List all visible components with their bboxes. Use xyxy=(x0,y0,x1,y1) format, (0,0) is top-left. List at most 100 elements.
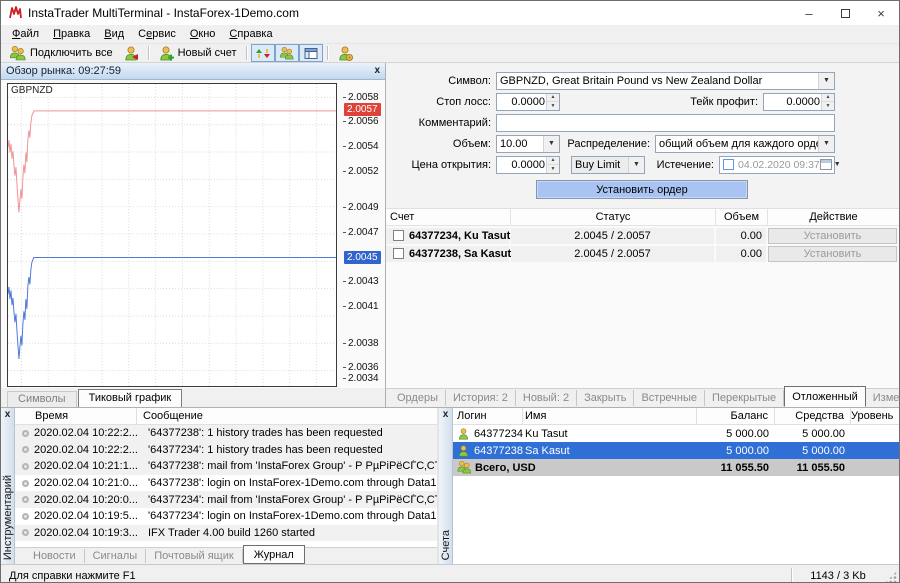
account-row[interactable]: 64377238 Sa Kasut 5 000.00 5 000.00 xyxy=(453,442,899,459)
column-header-message[interactable]: Сообщение xyxy=(137,408,437,424)
column-header-balance[interactable]: Баланс xyxy=(697,408,775,424)
accounts-icon xyxy=(280,47,294,60)
order-mode-tab[interactable]: История: 2 xyxy=(446,390,516,406)
account-row[interactable]: 64377234 Ku Tasut 5 000.00 5 000.00 xyxy=(453,425,899,442)
journal-row[interactable]: 2020.02.04 10:22:2... '64377234': 1 hist… xyxy=(15,442,437,459)
take-profit-stepper[interactable]: ▲▼ xyxy=(763,93,835,111)
maximize-button[interactable] xyxy=(827,1,863,25)
column-header-level[interactable]: Уровень xyxy=(851,408,899,424)
distribution-select[interactable]: общий объем для каждого ордера ▼ xyxy=(655,135,835,153)
terminal-tab[interactable]: Почтовый ящик xyxy=(146,549,242,563)
disconnect-all-button[interactable] xyxy=(118,44,144,62)
order-mode-tab[interactable]: Изменить xyxy=(866,390,900,406)
order-mode-tab[interactable]: Закрыть xyxy=(577,390,634,406)
menu-item[interactable]: Вид xyxy=(97,26,131,42)
set-order-button[interactable]: Установить xyxy=(768,246,897,262)
close-button[interactable]: × xyxy=(863,1,899,25)
new-account-icon xyxy=(158,46,174,61)
new-account-button[interactable]: Новый счет xyxy=(153,44,242,62)
chevron-down-icon: ▼ xyxy=(834,161,841,168)
symbol-select[interactable]: GBPNZD, Great Britain Pound vs New Zeala… xyxy=(496,72,835,90)
axis-price-label: 2.0038 xyxy=(348,337,379,350)
account-checkbox[interactable] xyxy=(393,248,404,259)
order-mode-tab[interactable]: Новый: 2 xyxy=(516,390,577,406)
set-order-button[interactable]: Установить xyxy=(768,228,897,244)
chart-plot-area: GBPNZD xyxy=(7,83,337,387)
chevron-down-icon: ▼ xyxy=(628,157,644,173)
place-order-button[interactable]: Установить ордер xyxy=(536,180,748,199)
menu-item[interactable]: Правка xyxy=(46,26,97,42)
terminal-tab[interactable]: Новости xyxy=(25,549,85,563)
journal-row[interactable]: 2020.02.04 10:21:0... '64377238': login … xyxy=(15,475,437,492)
terminal-close-icon[interactable]: x xyxy=(5,410,11,420)
minimize-button[interactable]: – xyxy=(791,1,827,25)
log-time: 2020.02.04 10:21:1... xyxy=(34,460,138,472)
menu-item[interactable]: Сервис xyxy=(131,26,183,42)
bottom-area: x Инструментарий Время Сообщение 2020.02… xyxy=(1,407,899,564)
axis-price-label: 2.0047 xyxy=(348,226,379,239)
column-header-volume[interactable]: Объем xyxy=(716,209,768,225)
accounts-toggle-button[interactable] xyxy=(275,44,299,62)
column-header-equity[interactable]: Средства xyxy=(775,408,851,424)
log-entry-icon xyxy=(22,463,29,470)
expiry-checkbox[interactable] xyxy=(723,159,734,170)
connect-all-button[interactable]: Подключить все xyxy=(5,44,118,62)
market-watch-panel: Обзор рынка: 09:27:59 x GBPNZD 2.0058 2.… xyxy=(1,63,386,407)
status-traffic: 1143 / 3 Kb xyxy=(792,570,884,582)
connect-all-icon xyxy=(10,46,26,61)
accounts-close-icon[interactable]: x xyxy=(443,410,449,420)
accounts-header: Логин Имя Баланс Средства Уровень xyxy=(453,408,899,425)
column-header-time[interactable]: Время xyxy=(15,408,137,424)
account-settings-button[interactable] xyxy=(332,44,358,62)
spinner-arrows-icon[interactable]: ▲▼ xyxy=(546,157,559,173)
order-table-rows: 64377234, Ku Tasut 2.0045 / 2.0057 0.00 … xyxy=(386,226,899,262)
order-mode-tabs: Ордеры История: 2 Новый: 2 Закрыть Встре… xyxy=(386,388,899,407)
column-header-action[interactable]: Действие xyxy=(768,209,899,225)
spinner-arrows-icon[interactable]: ▲▼ xyxy=(821,94,834,110)
column-header-status[interactable]: Статус xyxy=(511,209,716,225)
menu-item[interactable]: Окно xyxy=(183,26,223,42)
order-mode-tab[interactable]: Отложенный xyxy=(784,386,866,407)
spinner-arrows-icon[interactable]: ▲▼ xyxy=(546,94,559,110)
open-price-stepper[interactable]: ▲▼ xyxy=(496,156,560,174)
ask-line xyxy=(8,111,336,212)
app-logo-icon xyxy=(7,5,23,21)
terminal-panel: x Инструментарий Время Сообщение 2020.02… xyxy=(1,408,439,564)
account-checkbox[interactable] xyxy=(393,230,404,241)
stop-loss-stepper[interactable]: ▲▼ xyxy=(496,93,560,111)
resize-grip[interactable] xyxy=(884,571,897,583)
column-header-login[interactable]: Логин xyxy=(453,408,523,424)
toolbar: Подключить все Новый счет xyxy=(1,44,899,63)
market-watch-tab[interactable]: Символы xyxy=(7,391,77,407)
market-watch-tab[interactable]: Тиковый график xyxy=(78,389,183,407)
axis-price-label: 2.0049 xyxy=(348,201,379,214)
take-profit-input[interactable] xyxy=(764,95,821,109)
journal-row[interactable]: 2020.02.04 10:20:0... '64377234': mail f… xyxy=(15,491,437,508)
volume-label: Объем: xyxy=(390,138,496,150)
log-entry-icon xyxy=(22,513,29,520)
journal-row[interactable]: 2020.02.04 10:21:1... '64377238': mail f… xyxy=(15,458,437,475)
open-price-input[interactable] xyxy=(497,158,546,172)
terminal-tab[interactable]: Журнал xyxy=(243,545,305,564)
market-watch-close-icon[interactable]: x xyxy=(374,66,380,76)
journal-row[interactable]: 2020.02.04 10:19:5... '64377234': login … xyxy=(15,508,437,525)
terminal-tab[interactable]: Сигналы xyxy=(85,549,147,563)
column-header-name[interactable]: Имя xyxy=(523,408,697,424)
comment-input[interactable] xyxy=(497,116,834,130)
menu-item[interactable]: Файл xyxy=(5,26,46,42)
order-type-select[interactable]: Buy Limit ▼ xyxy=(571,156,645,174)
order-mode-tab[interactable]: Перекрытые xyxy=(705,390,784,406)
journal-row[interactable]: 2020.02.04 10:19:3... IFX Trader 4.00 bu… xyxy=(15,525,437,542)
market-watch-toggle-button[interactable] xyxy=(251,44,275,62)
order-mode-tab[interactable]: Встречные xyxy=(634,390,705,406)
terminal-toggle-button[interactable] xyxy=(299,44,323,62)
volume-select[interactable]: 10.00 ▼ xyxy=(496,135,560,153)
axis-price-label: 2.0045 xyxy=(344,251,381,264)
stop-loss-input[interactable] xyxy=(497,95,546,109)
expiry-datetime-picker[interactable]: 04.02.2020 09:37 ▼ xyxy=(719,156,835,174)
menu-item[interactable]: Справка xyxy=(222,26,279,42)
column-header-account[interactable]: Счет xyxy=(386,209,511,225)
accounts-rows: 64377234 Ku Tasut 5 000.00 5 000.00 6437… xyxy=(453,425,899,459)
order-mode-tab[interactable]: Ордеры xyxy=(390,390,446,406)
journal-row[interactable]: 2020.02.04 10:22:2... '64377238': 1 hist… xyxy=(15,425,437,442)
